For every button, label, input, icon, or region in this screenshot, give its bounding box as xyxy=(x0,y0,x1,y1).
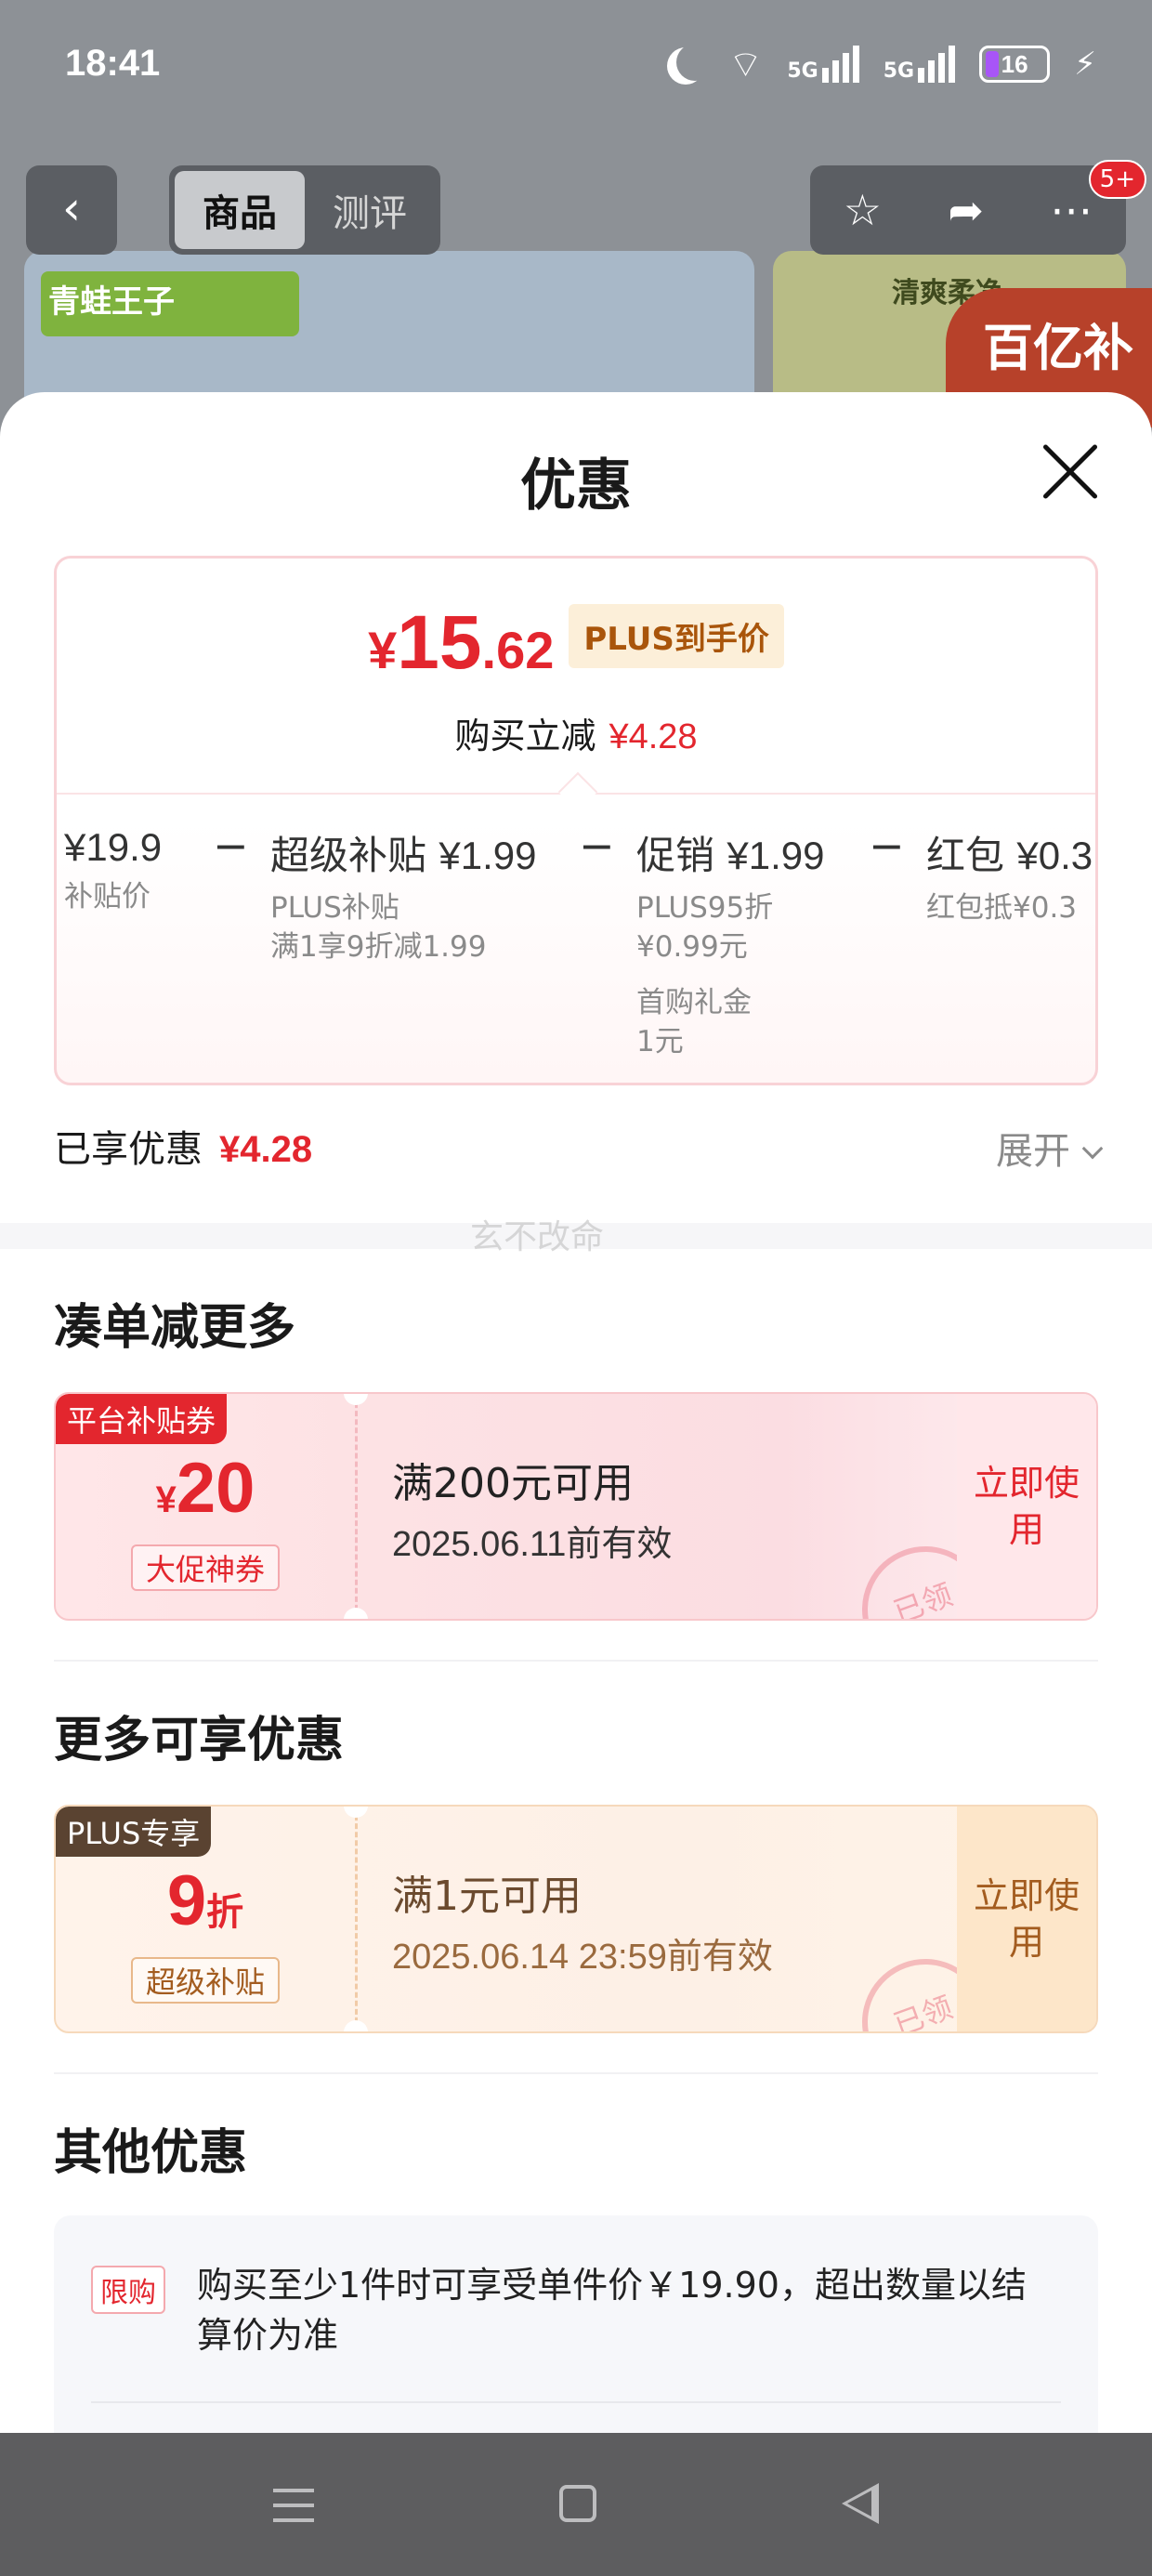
section-title-other: 其他优惠 xyxy=(54,2125,248,2181)
do-not-disturb-icon xyxy=(676,44,713,81)
breakdown-item-super-subsidy: 超级补贴 ¥1.99 PLUS补贴 满1享9折减1.99 xyxy=(270,833,537,964)
divider xyxy=(54,2072,1098,2074)
coupon-separator xyxy=(355,1394,358,1619)
signal-icon: 5G xyxy=(787,46,859,83)
system-nav-bar xyxy=(0,2433,1152,2576)
brand-logo: 青蛙王子 xyxy=(41,271,299,336)
share-icon[interactable]: ➦ xyxy=(948,185,984,235)
chevron-left-icon: ‹ xyxy=(62,181,81,235)
enjoyed-discount: 已享优惠 ¥4.28 xyxy=(54,1128,313,1171)
nav-actions: ☆ ➦ ⋯ xyxy=(810,165,1126,255)
coupon-expiry: 2025.06.14 23:59前有效 xyxy=(392,1938,773,1977)
coupon-details: 满1元可用 2025.06.14 23:59前有效 xyxy=(392,1862,773,1978)
signal-icon-2: 5G xyxy=(884,46,956,83)
breakdown-item-subsidy-price: ¥19.9 补贴价 xyxy=(64,825,163,913)
divider-notch xyxy=(557,771,598,812)
coupon-badge: 超级补贴 xyxy=(131,1957,280,2004)
more-icon[interactable]: ⋯ xyxy=(1050,185,1093,235)
coupon-notch xyxy=(344,1608,368,1619)
star-icon[interactable]: ☆ xyxy=(844,185,882,235)
watermark: 玄不改命 xyxy=(470,1218,605,1256)
status-time: 18:41 xyxy=(65,43,161,84)
use-now-button[interactable]: 立即使用 xyxy=(957,1807,1096,2031)
battery-icon: 16 xyxy=(979,46,1051,83)
coupon-notch xyxy=(344,2020,368,2031)
coupon-separator xyxy=(355,1807,358,2031)
breakdown-item-red-packet: 红包 ¥0.3 红包抵¥0.3 xyxy=(926,833,1093,925)
coupon-tag: PLUS专享 xyxy=(56,1807,212,1857)
other-discount-box: 限购 购买至少1件时可享受单件价￥19.90，超出数量以结算价为准 xyxy=(54,2215,1098,2457)
section-title-more: 凑单减更多 xyxy=(54,1300,296,1356)
final-price: ¥15.62 xyxy=(368,600,555,685)
close-icon[interactable] xyxy=(1039,440,1102,504)
limit-tag: 限购 xyxy=(91,2266,165,2314)
coupon-value: ¥20 xyxy=(155,1449,255,1528)
final-price-row: ¥15.62 PLUS到手价 xyxy=(57,599,1095,687)
coupon-condition: 满200元可用 xyxy=(392,1460,634,1507)
back-icon[interactable] xyxy=(842,2483,879,2524)
wifi-icon: ⌔ xyxy=(727,44,764,86)
expand-button[interactable]: 展开 xyxy=(996,1121,1104,1175)
minus-sign: − xyxy=(213,821,249,871)
divider xyxy=(54,1660,1098,1662)
tab-product[interactable]: 商品 xyxy=(175,171,305,249)
sheet-title: 优惠 xyxy=(520,453,632,519)
platform-coupon: ¥20 大促神券 平台补贴券 满200元可用 2025.06.11前有效 已领 … xyxy=(54,1392,1098,1621)
instant-discount: 购买立减 ¥4.28 xyxy=(454,716,698,756)
back-button[interactable]: ‹ xyxy=(26,165,117,255)
home-icon[interactable] xyxy=(559,2485,596,2522)
tab-review[interactable]: 测评 xyxy=(305,171,435,249)
plus-price-tag: PLUS到手价 xyxy=(569,604,784,668)
minus-sign: − xyxy=(869,821,905,871)
coupon-details: 满200元可用 2025.06.11前有效 xyxy=(392,1450,672,1566)
coupon-value: 9折 xyxy=(166,1861,244,1940)
coupon-expiry: 2025.06.11前有效 xyxy=(392,1525,673,1564)
status-bar: 18:41 ⌔ 5G 5G 16 ⚡ xyxy=(0,0,1152,139)
charging-icon: ⚡ xyxy=(1074,46,1096,83)
product-tabs: 商品 测评 xyxy=(169,165,440,255)
status-icons: ⌔ 5G 5G 16 ⚡ xyxy=(667,41,1096,87)
breakdown-item-promotion: 促销 ¥1.99 PLUS95折 ¥0.99元 首购礼金 1元 xyxy=(636,833,825,1058)
plus-coupon: 9折 超级补贴 PLUS专享 满1元可用 2025.06.14 23:59前有效… xyxy=(54,1805,1098,2033)
message-badge: 5+ xyxy=(1088,160,1146,199)
limit-text: 购买至少1件时可享受单件价￥19.90，超出数量以结算价为准 xyxy=(197,2265,1027,2356)
divider xyxy=(91,2401,1061,2403)
discount-sheet: 优惠 ¥15.62 PLUS到手价 购买立减 ¥4.28 ¥19.9 补贴价 − … xyxy=(0,392,1152,2437)
coupon-tag: 平台补贴券 xyxy=(56,1394,228,1444)
coupon-condition: 满1元可用 xyxy=(392,1873,582,1920)
minus-sign: − xyxy=(579,821,615,871)
menu-icon[interactable] xyxy=(273,2489,314,2533)
use-now-button[interactable]: 立即使用 xyxy=(957,1394,1096,1619)
section-title-extra: 更多可享优惠 xyxy=(54,1713,345,1768)
price-card: ¥15.62 PLUS到手价 购买立减 ¥4.28 ¥19.9 补贴价 − 超级补… xyxy=(54,556,1098,1085)
chevron-down-icon xyxy=(1081,1137,1104,1160)
coupon-badge: 大促神券 xyxy=(131,1544,280,1591)
